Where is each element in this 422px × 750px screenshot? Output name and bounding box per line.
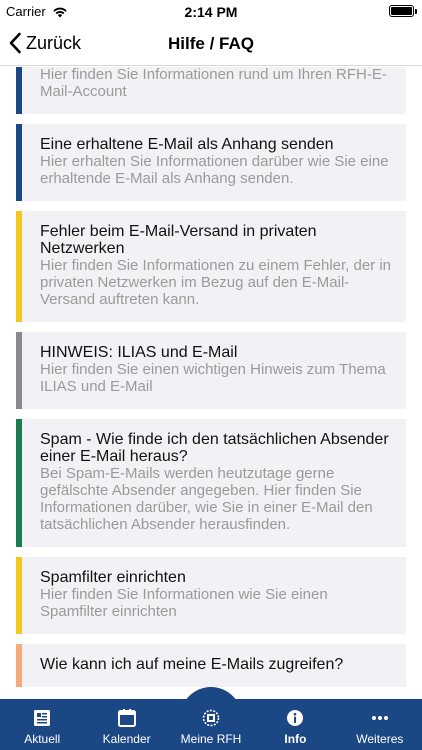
faq-item-title: HINWEIS: ILIAS und E-Mail <box>40 344 238 361</box>
calendar-icon <box>117 709 136 727</box>
faq-item[interactable]: Hier finden Sie Informationen rund um Ih… <box>16 67 406 114</box>
faq-item[interactable]: HINWEIS: ILIAS und E-Mail Hier finden Si… <box>16 332 406 409</box>
tab-label: Meine RFH <box>180 732 242 746</box>
faq-item-title: Fehler beim E-Mail-Versand in privaten N… <box>40 223 317 257</box>
tab-label: Info <box>284 732 307 746</box>
faq-item-description: Hier erhalten Sie Informationen darüber … <box>40 153 389 187</box>
status-right <box>389 5 417 17</box>
faq-item-title: Spam - Wie finde ich den tatsächlichen A… <box>40 431 389 465</box>
tab-kalender[interactable]: Kalender <box>84 699 168 750</box>
tab-aktuell[interactable]: Aktuell <box>0 699 84 750</box>
newspaper-icon <box>34 710 51 726</box>
rfh-logo-icon <box>202 709 220 727</box>
faq-item[interactable]: Spam - Wie finde ich den tatsächlichen A… <box>16 419 406 547</box>
tab-info[interactable]: Info <box>253 699 337 750</box>
tab-meine-rfh[interactable]: Meine RFH <box>169 687 253 750</box>
tab-weiteres[interactable]: Weiteres <box>338 699 422 750</box>
more-dots-icon <box>371 716 388 720</box>
tab-label: Aktuell <box>24 732 61 746</box>
tab-label: Weiteres <box>356 732 404 746</box>
faq-item-title: Wie kann ich auf meine E-Mails zugreifen… <box>40 656 344 673</box>
faq-item-description: Bei Spam-E-Mails werden heutzutage gerne… <box>40 465 373 533</box>
faq-item-description: Hier finden Sie einen wichtigen Hinweis … <box>40 361 386 395</box>
faq-item-title: Spamfilter einrichten <box>40 569 186 586</box>
faq-list: Hier finden Sie Informationen rund um Ih… <box>0 67 422 697</box>
navigation-bar: Zurück Hilfe / FAQ <box>0 22 422 66</box>
faq-item-description: Hier finden Sie Informationen zu einem F… <box>40 257 392 308</box>
faq-item[interactable]: Fehler beim E-Mail-Versand in privaten N… <box>16 211 406 322</box>
faq-item[interactable]: Spamfilter einrichten Hier finden Sie In… <box>16 557 406 634</box>
battery-icon <box>389 5 417 17</box>
tab-bar: Aktuell Kalender Meine RFH Info Weiteres <box>0 687 422 750</box>
faq-item[interactable]: Wie kann ich auf meine E-Mails zugreifen… <box>16 644 406 687</box>
faq-item[interactable]: Eine erhaltene E-Mail als Anhang senden … <box>16 124 406 201</box>
tab-label: Kalender <box>102 732 151 746</box>
page-title: Hilfe / FAQ <box>168 34 254 53</box>
faq-item-description: Hier finden Sie Informationen rund um Ih… <box>40 67 387 100</box>
faq-item-description: Hier finden Sie Informationen wie Sie ei… <box>40 586 328 620</box>
faq-scroll-area[interactable]: Hier finden Sie Informationen rund um Ih… <box>0 67 422 699</box>
status-time: 2:14 PM <box>184 4 238 20</box>
status-bar: Carrier 2:14 PM <box>0 0 422 22</box>
info-icon <box>287 710 304 726</box>
faq-item-title: Eine erhaltene E-Mail als Anhang senden <box>40 136 334 153</box>
